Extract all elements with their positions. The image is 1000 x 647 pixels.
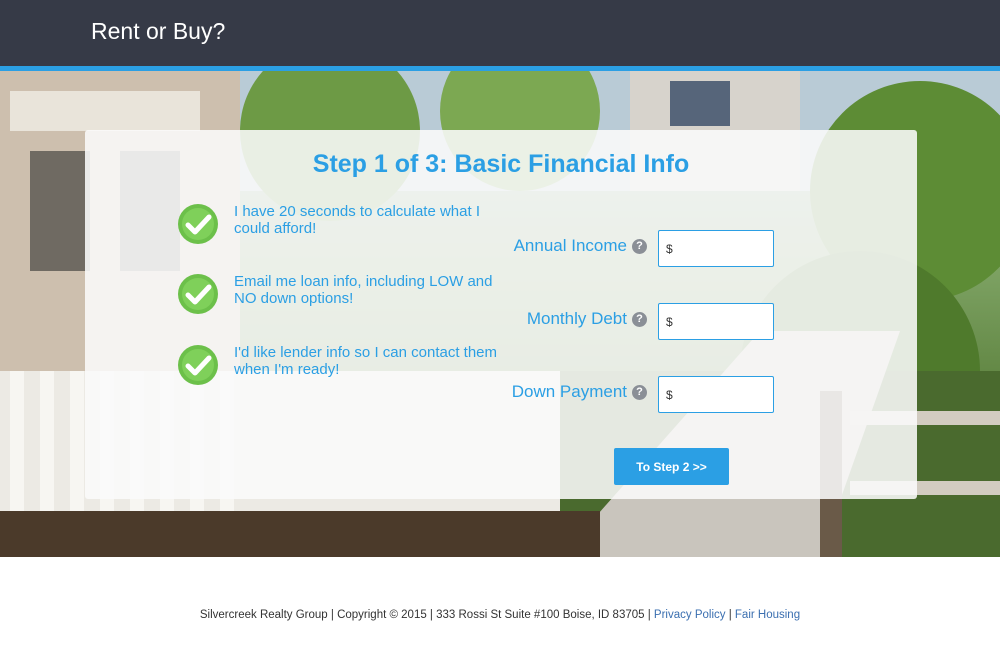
footer-text: Silvercreek Realty Group | Copyright © 2… bbox=[199, 609, 651, 621]
benefit-text: I have 20 seconds to calculate what I co… bbox=[234, 203, 480, 237]
dollar-prefix: $ bbox=[666, 241, 673, 256]
check-icon bbox=[178, 274, 218, 314]
site-title: Rent or Buy? bbox=[91, 18, 226, 44]
down-payment-field[interactable]: $ bbox=[658, 376, 774, 413]
privacy-policy-link[interactable]: Privacy Policy bbox=[654, 609, 726, 621]
annual-income-label: Annual Income ? bbox=[514, 236, 647, 256]
annual-income-input[interactable] bbox=[675, 241, 771, 256]
footer-separator: | bbox=[728, 609, 732, 621]
help-icon[interactable]: ? bbox=[632, 238, 647, 254]
down-payment-label-text: Down Payment bbox=[511, 382, 627, 401]
monthly-debt-field[interactable]: $ bbox=[658, 303, 774, 340]
down-payment-input[interactable] bbox=[675, 387, 771, 402]
top-header: Rent or Buy? bbox=[0, 0, 1000, 67]
monthly-debt-input[interactable] bbox=[675, 314, 771, 329]
benefit-text: Email me loan info, including LOW and NO… bbox=[234, 273, 493, 307]
down-payment-label: Down Payment ? bbox=[512, 382, 647, 402]
dollar-prefix: $ bbox=[666, 314, 673, 329]
monthly-debt-label-text: Monthly Debt bbox=[526, 309, 627, 328]
step-title: Step 1 of 3: Basic Financial Info bbox=[312, 150, 690, 178]
fair-housing-link[interactable]: Fair Housing bbox=[735, 609, 800, 621]
check-icon bbox=[178, 204, 218, 244]
hero-background-photo: Step 1 of 3: Basic Financial Info I have… bbox=[0, 71, 1000, 557]
annual-income-label-text: Annual Income bbox=[513, 236, 627, 255]
help-icon[interactable]: ? bbox=[632, 311, 647, 327]
next-step-button[interactable]: To Step 2 >> bbox=[614, 448, 729, 485]
check-icon bbox=[178, 345, 218, 385]
dollar-prefix: $ bbox=[666, 387, 673, 402]
help-icon[interactable]: ? bbox=[632, 384, 647, 400]
footer: Silvercreek Realty Group | Copyright © 2… bbox=[0, 609, 1000, 621]
monthly-debt-label: Monthly Debt ? bbox=[527, 309, 647, 329]
benefit-text: I'd like lender info so I can contact th… bbox=[234, 344, 498, 378]
financial-info-panel: Step 1 of 3: Basic Financial Info I have… bbox=[85, 130, 917, 499]
annual-income-field[interactable]: $ bbox=[658, 230, 774, 267]
